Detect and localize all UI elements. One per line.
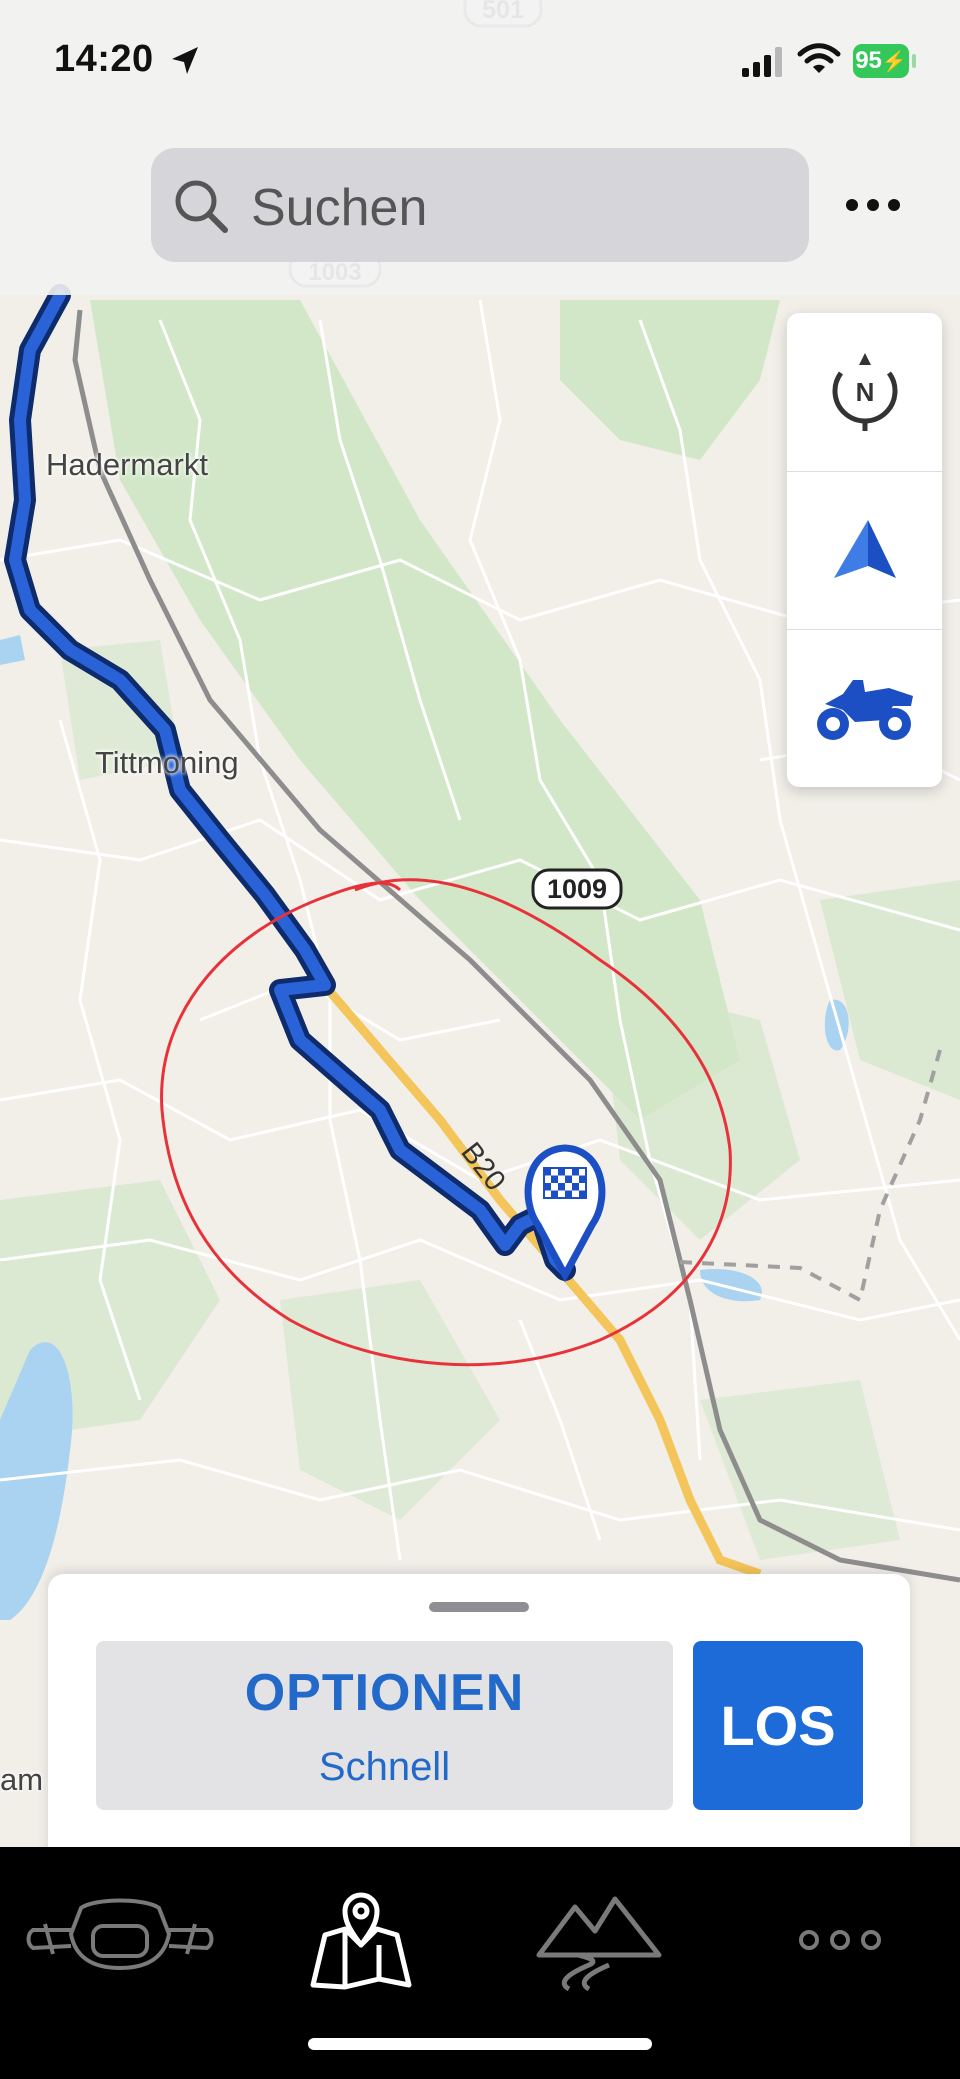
status-bar: 14:20 95 ⚡	[0, 0, 960, 130]
battery-level: 95	[855, 47, 882, 74]
map-icon	[310, 1892, 412, 1990]
map-controls-panel: N	[787, 313, 942, 787]
compass-icon: N	[832, 352, 897, 431]
road-shield-1009: 1009	[531, 868, 623, 910]
tab-dashboard[interactable]	[10, 1865, 230, 2015]
tab-map[interactable]	[250, 1865, 470, 2015]
options-label: OPTIONEN	[244, 1664, 525, 1722]
navigation-mode-button[interactable]	[787, 471, 942, 629]
route-options-button[interactable]: OPTIONEN Schnell	[96, 1641, 673, 1810]
tab-more[interactable]	[730, 1865, 950, 2015]
status-time: 14:20	[54, 38, 154, 80]
navigation-arrow-icon	[833, 519, 896, 578]
mountains-road-icon	[536, 1896, 662, 1992]
vehicle-profile-button[interactable]	[787, 629, 942, 787]
home-indicator	[308, 2038, 652, 2050]
search-field[interactable]: Suchen	[151, 148, 809, 262]
search-icon	[175, 180, 228, 233]
compass-letter: N	[855, 377, 874, 407]
motorcycle-icon	[816, 679, 913, 740]
start-navigation-button[interactable]: LOS	[693, 1641, 863, 1810]
search-placeholder: Suchen	[251, 179, 428, 237]
compass-button[interactable]: N	[787, 313, 942, 470]
charging-bolt-icon: ⚡	[881, 50, 907, 73]
place-label-hadermarkt: Hadermarkt	[46, 447, 208, 482]
more-menu-icon[interactable]	[840, 180, 906, 230]
battery-tip	[912, 54, 916, 68]
location-arrow-icon	[172, 47, 198, 74]
svg-text:1009: 1009	[547, 874, 607, 904]
go-label: LOS	[720, 1694, 836, 1757]
tab-routes[interactable]	[490, 1865, 710, 2015]
options-route-type: Schnell	[318, 1745, 451, 1789]
place-label-tittmoning: Tittmoning	[95, 745, 239, 780]
more-dots-icon	[799, 1930, 881, 1950]
sheet-drag-handle[interactable]	[429, 1602, 529, 1612]
cellular-signal-icon	[742, 47, 782, 77]
place-label-partial: am	[0, 1762, 44, 1797]
bike-dashboard-icon	[26, 1898, 214, 1971]
battery-indicator: 95 ⚡	[853, 44, 909, 78]
wifi-icon	[797, 43, 841, 73]
